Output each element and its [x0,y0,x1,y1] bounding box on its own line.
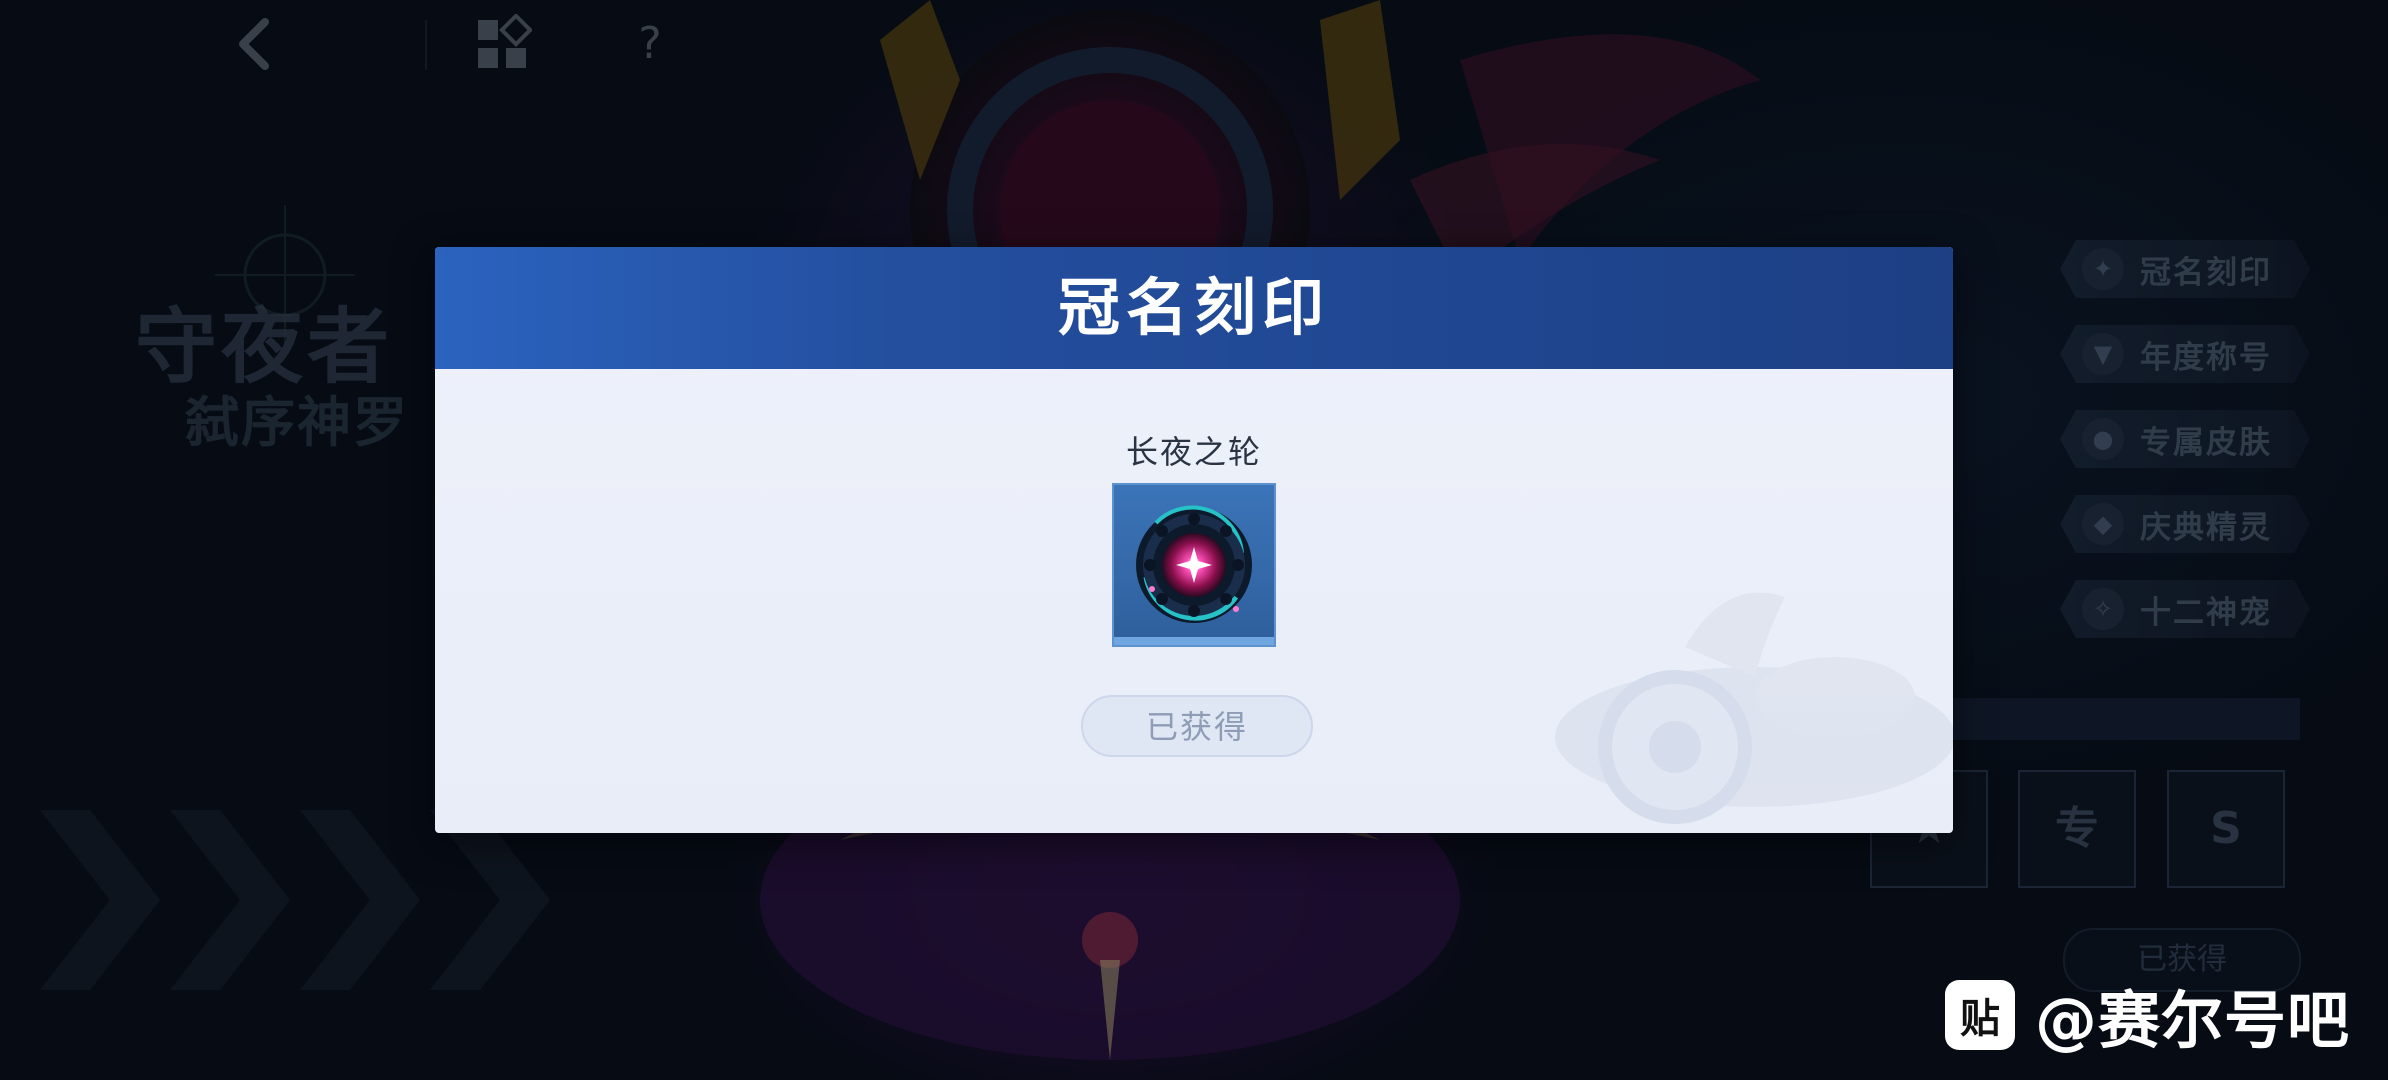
owned-button[interactable]: 已获得 [1081,695,1313,757]
wheel-emblem-icon [1136,505,1252,623]
watermark-creature-icon [1555,592,1953,824]
item-frame-bottom-bar [1114,637,1274,645]
item-icon-frame[interactable] [1112,483,1276,647]
game-scene: ? 守夜者 弑序神罗 ✦ 冠名刻印 ▼ 年度称号 ● 专属皮肤 ◆ 庆典精灵 ✧ [0,0,2388,1080]
item-name: 长夜之轮 [1125,433,1262,471]
source-handle: @赛尔号吧 [2035,984,2351,1057]
emblem-modal: 冠名刻印 长夜之轮 已获得 [435,247,1953,833]
source-watermark: 贴 @赛尔号吧 [1945,978,2350,1057]
tieba-logo-icon: 贴 [1945,980,2015,1050]
modal-title: 冠名刻印 [1057,271,1330,344]
tieba-logo-glyph: 贴 [1960,996,2000,1042]
